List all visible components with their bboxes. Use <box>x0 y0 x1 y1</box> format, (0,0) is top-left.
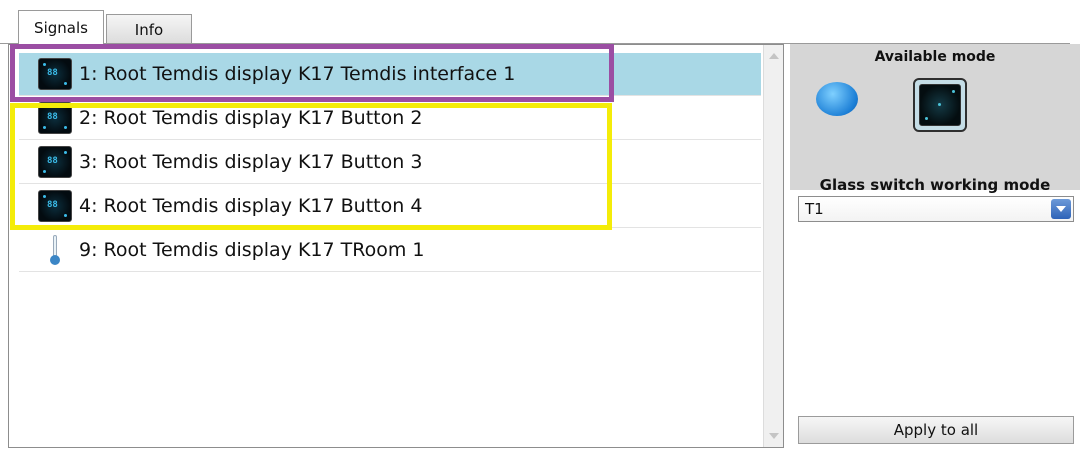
tab-signals[interactable]: Signals <box>18 10 104 44</box>
temdis-display-icon: 88 <box>35 101 75 135</box>
mode-panel: Available mode Glass switch working mode… <box>790 44 1082 448</box>
list-item-label: 2: Root Temdis display K17 Button 2 <box>79 107 423 129</box>
thermometer-icon <box>35 233 75 267</box>
working-mode-select[interactable]: T1 <box>798 196 1074 222</box>
list-item[interactable]: 9: Root Temdis display K17 TRoom 1 <box>19 229 761 272</box>
signals-list[interactable]: 88 1: Root Temdis display K17 Temdis int… <box>8 44 784 448</box>
push-button-icon[interactable] <box>812 80 862 130</box>
list-item-label: 4: Root Temdis display K17 Button 4 <box>79 195 423 217</box>
tab-info[interactable]: Info <box>106 14 192 44</box>
working-mode-value: T1 <box>805 200 824 218</box>
list-item-label: 9: Root Temdis display K17 TRoom 1 <box>79 239 425 261</box>
row-pointer-icon <box>10 70 14 78</box>
temdis-display-icon: 88 <box>35 57 75 91</box>
tab-strip: Signals Info <box>18 10 1078 44</box>
available-mode-header: Available mode <box>790 44 1080 70</box>
chevron-down-icon[interactable] <box>1051 199 1071 219</box>
list-item-label: 1: Root Temdis display K17 Temdis interf… <box>79 63 516 85</box>
list-item-label: 3: Root Temdis display K17 Button 3 <box>79 151 423 173</box>
temdis-display-icon: 88 <box>35 145 75 179</box>
list-scrollbar[interactable] <box>763 45 783 447</box>
list-item[interactable]: 88 1: Root Temdis display K17 Temdis int… <box>10 53 761 96</box>
scroll-down-icon[interactable] <box>769 433 779 439</box>
glass-switch-icon[interactable] <box>913 78 967 132</box>
temdis-display-icon: 88 <box>35 189 75 223</box>
scroll-up-icon[interactable] <box>769 53 779 59</box>
list-item[interactable]: 88 4: Root Temdis display K17 Button 4 <box>19 185 761 228</box>
mode-selector: Glass switch working mode <box>790 70 1080 194</box>
apply-to-all-button[interactable]: Apply to all <box>798 416 1074 444</box>
list-item[interactable]: 88 3: Root Temdis display K17 Button 3 <box>19 141 761 184</box>
list-item[interactable]: 88 2: Root Temdis display K17 Button 2 <box>19 97 761 140</box>
